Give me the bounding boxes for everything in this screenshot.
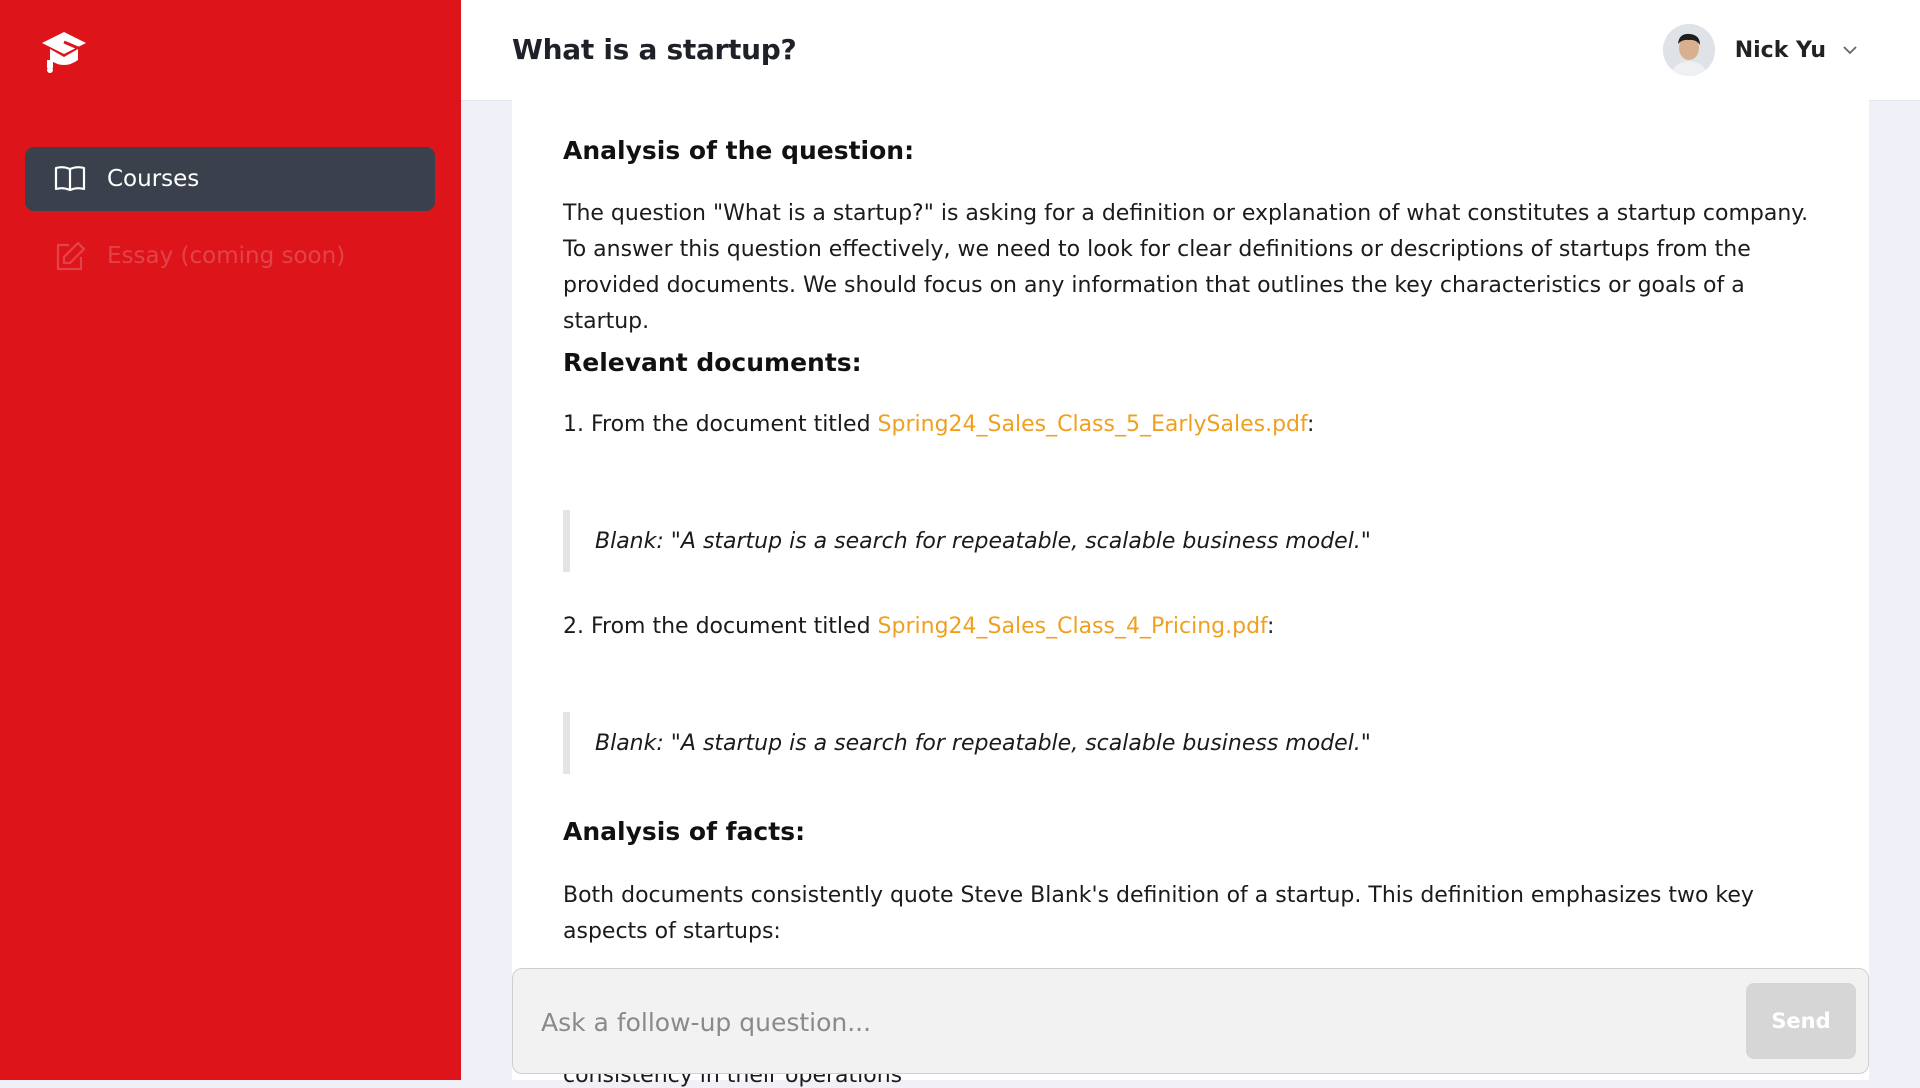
sidebar-item-label: Essay (coming soon): [107, 243, 346, 269]
document-link[interactable]: Spring24_Sales_Class_4_Pricing.pdf: [878, 614, 1267, 639]
sidebar-item-label: Courses: [107, 166, 200, 192]
section-heading-facts: Analysis of facts:: [563, 817, 806, 846]
sidebar-item-essay: Essay (coming soon): [25, 224, 435, 288]
book-open-icon: [53, 162, 87, 196]
chevron-down-icon[interactable]: [1840, 40, 1860, 60]
document-item: 2. From the document titled Spring24_Sal…: [563, 609, 1274, 645]
document-suffix: :: [1306, 412, 1315, 437]
user-name[interactable]: Nick Yu: [1735, 38, 1826, 63]
follow-up-input[interactable]: [539, 969, 1693, 1075]
sidebar: Courses Essay (coming soon): [0, 0, 461, 1080]
header: What is a startup? Nick Yu: [461, 0, 1920, 101]
facts-paragraph: Both documents consistently quote Steve …: [563, 883, 1754, 944]
sidebar-item-courses[interactable]: Courses: [25, 147, 435, 211]
document-item: 1. From the document titled Spring24_Sal…: [563, 407, 1314, 443]
section-heading-analysis: Analysis of the question:: [563, 136, 915, 165]
follow-up-bar: Send: [512, 968, 1869, 1075]
document-prefix: 1. From the document titled: [563, 412, 878, 437]
user-menu[interactable]: Nick Yu: [1662, 24, 1860, 76]
document-quote: Blank: "A startup is a search for repeat…: [563, 510, 1463, 572]
edit-icon: [53, 239, 87, 273]
section-heading-documents: Relevant documents:: [563, 348, 862, 377]
send-button[interactable]: Send: [1746, 983, 1856, 1059]
document-link[interactable]: Spring24_Sales_Class_5_EarlySales.pdf: [878, 412, 1307, 437]
document-suffix: :: [1267, 614, 1275, 639]
avatar[interactable]: [1662, 24, 1715, 76]
document-prefix: 2. From the document titled: [563, 614, 878, 639]
page-title: What is a startup?: [512, 33, 797, 66]
document-quote: Blank: "A startup is a search for repeat…: [563, 712, 1463, 774]
analysis-paragraph: The question "What is a startup?" is ask…: [563, 201, 1809, 334]
answer-card: Analysis of the question: The question "…: [512, 100, 1869, 1080]
graduation-cap-icon[interactable]: [38, 26, 90, 78]
